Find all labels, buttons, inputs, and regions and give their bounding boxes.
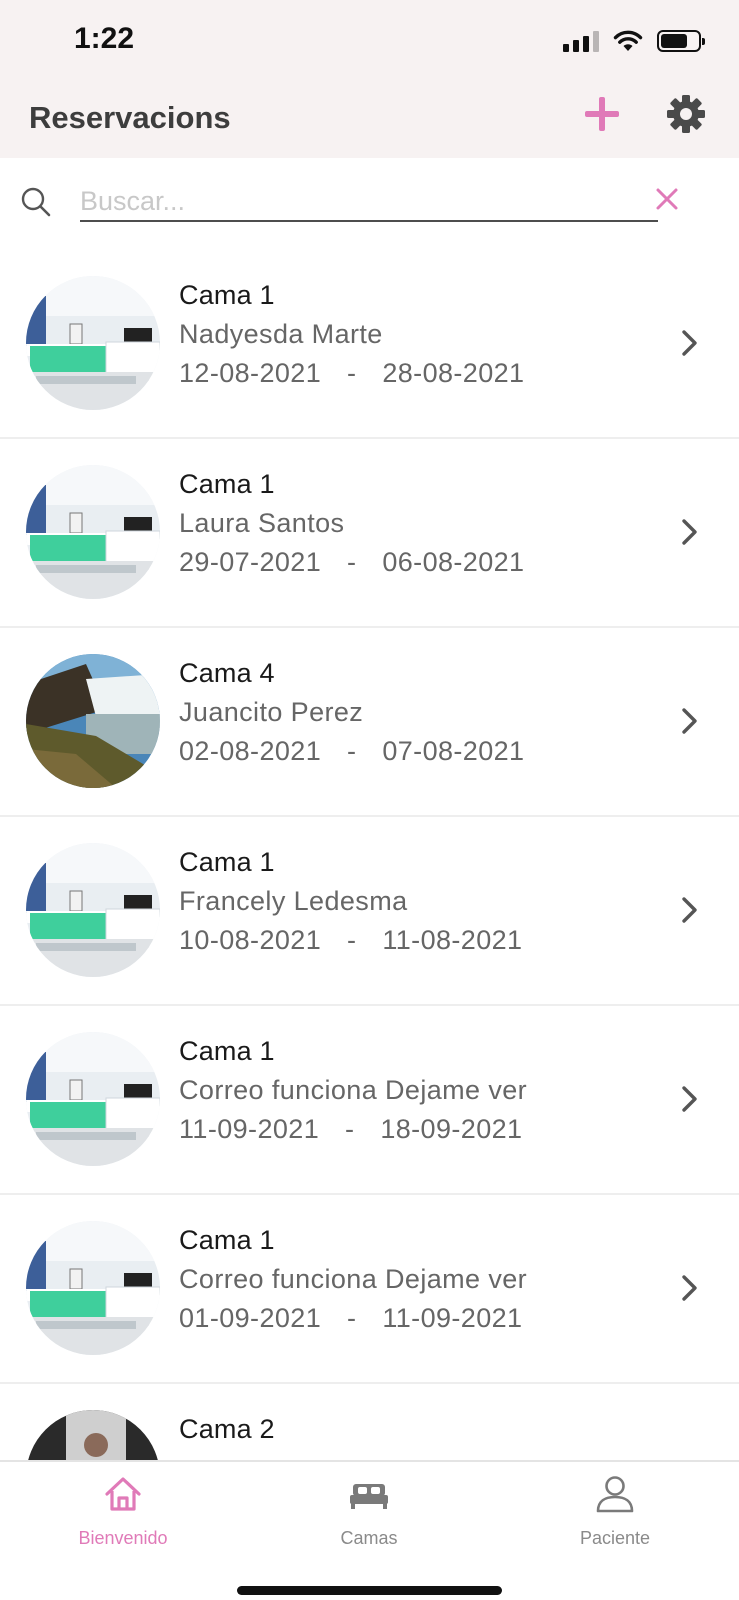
reservation-row[interactable]: Cama 2 <box>0 1384 739 1460</box>
reservation-row[interactable]: Cama 1 Nadyesda Marte 12-08-2021 - 28-08… <box>0 250 739 439</box>
settings-gear-icon[interactable] <box>666 94 706 134</box>
bed-photo-hospital-room <box>26 1032 160 1166</box>
start-date: 10-08-2021 <box>179 925 322 955</box>
bed-photo-hospital-room <box>26 843 160 977</box>
chevron-right-icon <box>682 330 697 356</box>
end-date: 18-09-2021 <box>380 1114 523 1144</box>
date-range: 01-09-2021 - 11-09-2021 <box>179 1299 527 1338</box>
search-bar <box>0 158 739 250</box>
tab-bienvenido[interactable]: Bienvenido <box>0 1462 246 1572</box>
start-date: 11-09-2021 <box>179 1114 320 1144</box>
bed-name: Cama 1 <box>179 280 275 310</box>
end-date: 06-08-2021 <box>382 547 525 577</box>
status-time: 1:22 <box>74 22 135 55</box>
reservation-row[interactable]: Cama 1 Francely Ledesma 10-08-2021 - 11-… <box>0 817 739 1006</box>
status-icons <box>563 26 705 56</box>
bed-name: Cama 2 <box>179 1414 275 1444</box>
reservation-row[interactable]: Cama 1 Laura Santos 29-07-2021 - 06-08-2… <box>0 439 739 628</box>
add-reservation-button[interactable] <box>582 94 622 134</box>
end-date: 28-08-2021 <box>382 358 525 388</box>
clear-search-icon[interactable] <box>654 186 680 212</box>
patient-name: Correo funciona Dejame ver <box>179 1075 528 1105</box>
search-input[interactable] <box>80 182 658 222</box>
tab-bar: Bienvenido Camas Paciente <box>0 1460 739 1600</box>
chevron-right-icon <box>682 1086 697 1112</box>
patient-name: Correo funciona Dejame ver <box>179 1264 528 1294</box>
chevron-right-icon <box>682 519 697 545</box>
date-separator: - <box>347 925 357 955</box>
bed-name: Cama 1 <box>179 469 275 499</box>
person-icon <box>596 1476 634 1513</box>
start-date: 29-07-2021 <box>179 547 322 577</box>
patient-name: Francely Ledesma <box>179 886 408 916</box>
battery-icon <box>657 30 705 52</box>
date-range: 10-08-2021 - 11-08-2021 <box>179 921 522 960</box>
start-date: 02-08-2021 <box>179 736 322 766</box>
end-date: 11-08-2021 <box>382 925 523 955</box>
patient-name <box>179 1449 275 1460</box>
status-bar: 1:22 <box>0 0 739 84</box>
tab-label: Bienvenido <box>78 1528 168 1548</box>
date-separator: - <box>347 358 357 388</box>
page-title: Reservacions <box>29 100 231 135</box>
end-date: 11-09-2021 <box>382 1303 523 1333</box>
bed-name: Cama 1 <box>179 1225 275 1255</box>
home-icon <box>105 1477 141 1511</box>
date-range: 11-09-2021 - 18-09-2021 <box>179 1110 527 1149</box>
reservation-list: Cama 1 Nadyesda Marte 12-08-2021 - 28-08… <box>0 250 739 1460</box>
tab-label: Paciente <box>579 1528 651 1548</box>
end-date: 07-08-2021 <box>382 736 525 766</box>
start-date: 12-08-2021 <box>179 358 322 388</box>
bed-photo-hospital-room <box>26 276 160 410</box>
bed-icon <box>350 1484 388 1509</box>
app-header: Reservacions <box>0 84 739 158</box>
cellular-signal-icon <box>563 30 599 52</box>
patient-name: Juancito Perez <box>179 697 364 727</box>
tab-camas[interactable]: Camas <box>246 1462 492 1572</box>
date-range: 02-08-2021 - 07-08-2021 <box>179 732 524 771</box>
bed-name: Cama 1 <box>179 847 275 877</box>
date-range: 29-07-2021 - 06-08-2021 <box>179 543 524 582</box>
patient-name: Laura Santos <box>179 508 345 538</box>
date-separator: - <box>347 736 357 766</box>
tab-paciente[interactable]: Paciente <box>492 1462 738 1572</box>
home-indicator[interactable] <box>237 1586 502 1595</box>
patient-name: Nadyesda Marte <box>179 319 383 349</box>
bed-photo-hospital-room <box>26 465 160 599</box>
reservation-row[interactable]: Cama 4 Juancito Perez 02-08-2021 - 07-08… <box>0 628 739 817</box>
reservation-row[interactable]: Cama 1 Correo funciona Dejame ver 11-09-… <box>0 1006 739 1195</box>
date-separator: - <box>347 1303 357 1333</box>
reservation-row[interactable]: Cama 1 Correo funciona Dejame ver 01-09-… <box>0 1195 739 1384</box>
search-icon <box>21 187 51 217</box>
chevron-right-icon <box>682 897 697 923</box>
bed-photo-person <box>26 1410 160 1460</box>
bed-name: Cama 1 <box>179 1036 275 1066</box>
bed-name: Cama 4 <box>179 658 275 688</box>
date-separator: - <box>347 547 357 577</box>
wifi-icon <box>613 30 643 51</box>
start-date: 01-09-2021 <box>179 1303 322 1333</box>
tab-label: Camas <box>340 1528 398 1548</box>
date-separator: - <box>345 1114 355 1144</box>
chevron-right-icon <box>682 708 697 734</box>
bed-photo-waterfall <box>26 654 160 788</box>
bed-photo-hospital-room <box>26 1221 160 1355</box>
date-range: 12-08-2021 - 28-08-2021 <box>179 354 524 393</box>
chevron-right-icon <box>682 1275 697 1301</box>
